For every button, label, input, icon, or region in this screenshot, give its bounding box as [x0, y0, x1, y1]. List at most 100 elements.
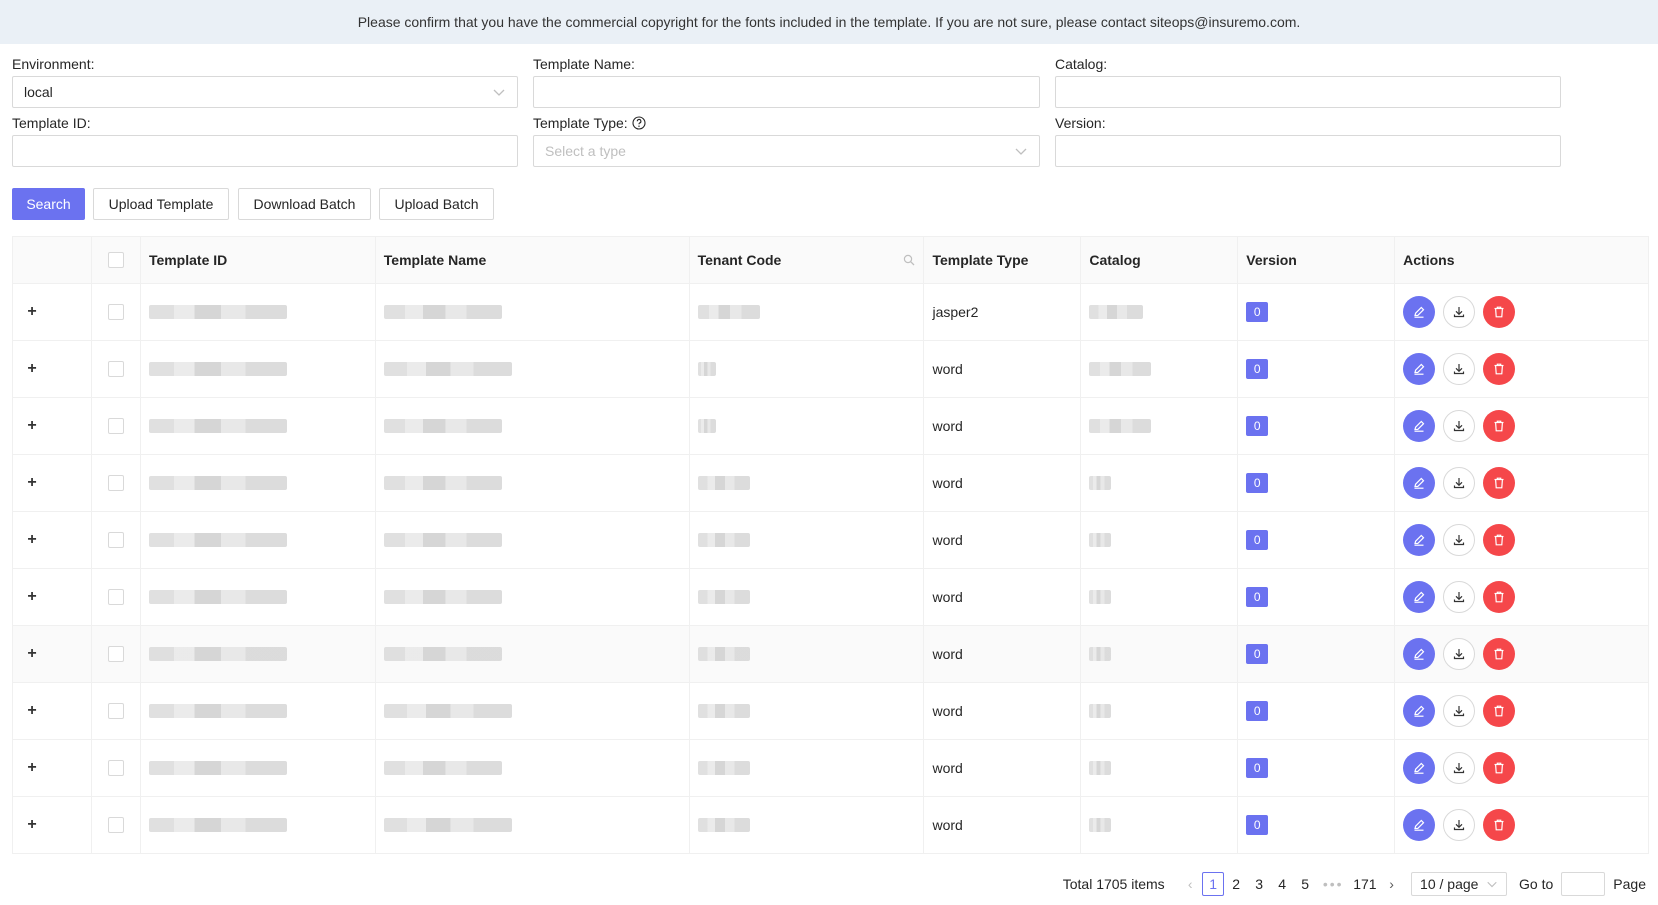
table-row[interactable]: + word 0	[13, 740, 1650, 797]
row-checkbox[interactable]	[107, 589, 124, 605]
edit-button[interactable]	[1403, 752, 1436, 784]
table-row[interactable]: + word 0	[13, 797, 1650, 854]
template-id-input[interactable]	[12, 135, 518, 167]
version-badge[interactable]: 0	[1246, 758, 1269, 778]
version-badge[interactable]: 0	[1246, 701, 1269, 721]
version-badge[interactable]: 0	[1246, 587, 1269, 607]
delete-button[interactable]	[1483, 410, 1516, 442]
download-button[interactable]	[1443, 695, 1476, 727]
row-checkbox[interactable]	[107, 361, 124, 377]
template-type-select[interactable]: Select a type	[533, 135, 1040, 167]
table-row[interactable]: + word 0	[13, 626, 1650, 683]
expand-row-icon[interactable]: +	[25, 303, 39, 321]
edit-button[interactable]	[1403, 467, 1436, 499]
search-icon[interactable]	[903, 254, 915, 266]
download-button[interactable]	[1443, 581, 1476, 613]
edit-button[interactable]	[1403, 809, 1436, 841]
upload-template-button[interactable]: Upload Template	[93, 188, 229, 220]
version-badge[interactable]: 0	[1246, 530, 1269, 550]
download-button[interactable]	[1443, 296, 1476, 328]
expand-row-icon[interactable]: +	[25, 645, 39, 663]
upload-batch-button[interactable]: Upload Batch	[379, 188, 494, 220]
version-badge[interactable]: 0	[1246, 644, 1269, 664]
cell-template-type: word	[924, 455, 1082, 511]
edit-button[interactable]	[1403, 638, 1436, 670]
template-name-input[interactable]	[533, 76, 1040, 108]
table-row[interactable]: + word 0	[13, 512, 1650, 569]
table-row[interactable]: + word 0	[13, 569, 1650, 626]
version-badge[interactable]: 0	[1246, 473, 1269, 493]
download-button[interactable]	[1443, 410, 1476, 442]
question-circle-icon[interactable]	[632, 116, 646, 130]
expand-row-icon[interactable]: +	[25, 588, 39, 606]
edit-button[interactable]	[1403, 296, 1436, 328]
expand-row-icon[interactable]: +	[25, 474, 39, 492]
page-4[interactable]: 4	[1271, 872, 1293, 896]
page-1[interactable]: 1	[1202, 872, 1225, 896]
expand-row-icon[interactable]: +	[25, 531, 39, 549]
prev-page-icon[interactable]: ‹	[1179, 872, 1201, 896]
table-row[interactable]: + jasper2 0	[13, 284, 1650, 341]
delete-button[interactable]	[1483, 638, 1516, 670]
goto-page-input[interactable]	[1561, 872, 1606, 896]
cell-catalog	[1081, 683, 1239, 739]
expand-row-icon[interactable]: +	[25, 816, 39, 834]
row-checkbox[interactable]	[107, 532, 124, 548]
delete-button[interactable]	[1483, 353, 1516, 385]
version-badge[interactable]: 0	[1246, 815, 1269, 835]
edit-button[interactable]	[1403, 353, 1436, 385]
version-badge[interactable]: 0	[1246, 302, 1269, 322]
download-button[interactable]	[1443, 752, 1476, 784]
edit-button[interactable]	[1403, 410, 1436, 442]
download-button[interactable]	[1443, 353, 1476, 385]
expand-row-icon[interactable]: +	[25, 759, 39, 777]
row-checkbox[interactable]	[107, 760, 124, 776]
search-button[interactable]: Search	[12, 188, 85, 220]
table-row[interactable]: + word 0	[13, 455, 1650, 512]
edit-button[interactable]	[1403, 695, 1436, 727]
row-checkbox[interactable]	[107, 703, 124, 719]
delete-button[interactable]	[1483, 467, 1516, 499]
version-input[interactable]	[1055, 135, 1561, 167]
download-button[interactable]	[1443, 809, 1476, 841]
page-jump-next[interactable]: •••	[1317, 872, 1349, 896]
delete-button[interactable]	[1483, 581, 1516, 613]
page-size-select[interactable]: 10 / page	[1411, 872, 1508, 896]
delete-button[interactable]	[1483, 524, 1516, 556]
cell-template-name	[376, 797, 690, 853]
table-row[interactable]: + word 0	[13, 398, 1650, 455]
page-5[interactable]: 5	[1294, 872, 1316, 896]
row-checkbox[interactable]	[107, 475, 124, 491]
select-all-checkbox[interactable]	[107, 252, 124, 268]
environment-select[interactable]: local	[12, 76, 518, 108]
delete-button[interactable]	[1483, 809, 1516, 841]
next-page-icon[interactable]: ›	[1381, 872, 1403, 896]
catalog-input[interactable]	[1055, 76, 1561, 108]
row-checkbox[interactable]	[107, 418, 124, 434]
table-row[interactable]: + word 0	[13, 341, 1650, 398]
cell-actions	[1395, 341, 1650, 397]
page-3[interactable]: 3	[1248, 872, 1270, 896]
table-row[interactable]: + word 0	[13, 683, 1650, 740]
delete-button[interactable]	[1483, 752, 1516, 784]
row-checkbox[interactable]	[107, 304, 124, 320]
version-badge[interactable]: 0	[1246, 359, 1269, 379]
download-button[interactable]	[1443, 524, 1476, 556]
expand-row-icon[interactable]: +	[25, 360, 39, 378]
delete-button[interactable]	[1483, 695, 1516, 727]
download-batch-button[interactable]: Download Batch	[238, 188, 371, 220]
cell-template-name	[376, 455, 690, 511]
expand-row-icon[interactable]: +	[25, 702, 39, 720]
redacted-template-name	[383, 476, 502, 490]
version-badge[interactable]: 0	[1246, 416, 1269, 436]
download-button[interactable]	[1443, 638, 1476, 670]
expand-row-icon[interactable]: +	[25, 417, 39, 435]
delete-button[interactable]	[1483, 296, 1516, 328]
edit-button[interactable]	[1403, 524, 1436, 556]
page-2[interactable]: 2	[1225, 872, 1247, 896]
edit-button[interactable]	[1403, 581, 1436, 613]
page-last[interactable]: 171	[1350, 872, 1379, 896]
row-checkbox[interactable]	[107, 646, 124, 662]
download-button[interactable]	[1443, 467, 1476, 499]
row-checkbox[interactable]	[107, 817, 124, 833]
